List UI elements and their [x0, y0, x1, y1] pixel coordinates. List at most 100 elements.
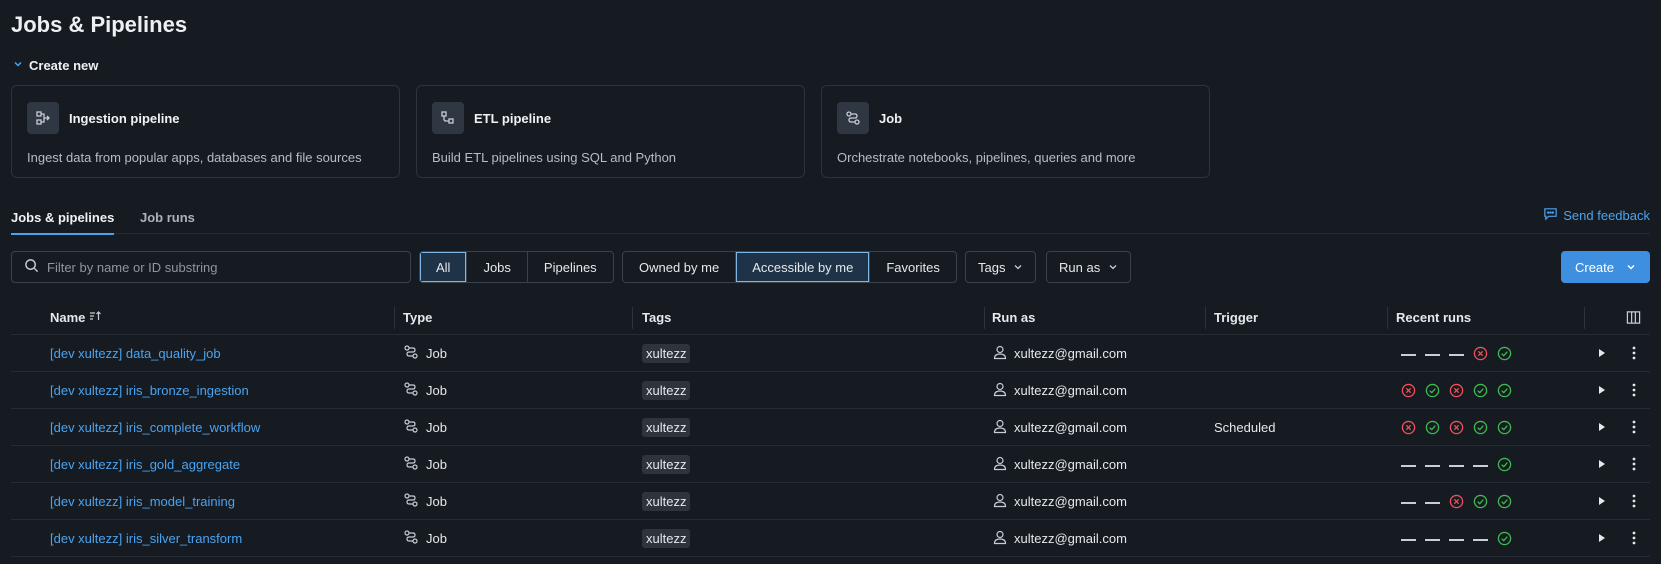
page-title: Jobs & Pipelines	[11, 12, 188, 37]
no-run-dash	[1401, 502, 1416, 504]
more-options-kebab-icon[interactable]	[1631, 493, 1637, 512]
send-feedback-link[interactable]: Send feedback	[1543, 206, 1650, 224]
tab-jobs-pipelines[interactable]: Jobs & pipelines	[11, 210, 115, 235]
table-row[interactable]: [dev xultezz] data_quality_job Job xultezz…	[11, 335, 1650, 372]
table-row[interactable]: [dev xultezz] iris_model_training Job xult…	[11, 483, 1650, 520]
run-failed-icon[interactable]	[1449, 420, 1464, 438]
run-failed-icon[interactable]	[1473, 346, 1488, 364]
table-row[interactable]: [dev xultezz] iris_gold_aggregate Job xult…	[11, 446, 1650, 483]
run-success-icon[interactable]	[1425, 420, 1440, 438]
table-row[interactable]: [dev xultezz] iris_bronze_ingestion Job xu…	[11, 372, 1650, 409]
run-success-icon[interactable]	[1425, 383, 1440, 401]
run-success-icon[interactable]	[1497, 420, 1512, 438]
create-new-toggle[interactable]: Create new	[13, 58, 98, 73]
run-as-cell: xultezz@gmail.com	[992, 381, 1127, 400]
no-run-dash	[1473, 465, 1488, 467]
job-name-link[interactable]: [dev xultezz] data_quality_job	[50, 346, 221, 361]
recent-runs	[1401, 531, 1512, 549]
no-run-dash	[1425, 502, 1440, 504]
create-cards: Ingestion pipeline Ingest data from popu…	[11, 85, 1210, 178]
type-cell: Job	[403, 529, 447, 548]
tab-job-runs[interactable]: Job runs	[140, 210, 195, 233]
no-run-dash	[1425, 539, 1440, 541]
run-now-play-icon[interactable]	[1597, 532, 1607, 547]
table-body: [dev xultezz] data_quality_job Job xultezz…	[11, 335, 1650, 557]
card-etl-pipeline[interactable]: ETL pipeline Build ETL pipelines using S…	[416, 85, 805, 178]
card-job[interactable]: Job Orchestrate notebooks, pipelines, qu…	[821, 85, 1210, 178]
job-name-link[interactable]: [dev xultezz] iris_silver_transform	[50, 531, 242, 546]
type-label: Job	[426, 420, 447, 435]
filter-owned-by-me[interactable]: Owned by me	[623, 252, 737, 282]
job-icon	[403, 492, 419, 511]
run-now-play-icon[interactable]	[1597, 384, 1607, 399]
column-name-header[interactable]: Name	[50, 310, 102, 325]
user-icon	[992, 455, 1008, 474]
column-settings-icon[interactable]	[1626, 310, 1641, 328]
run-success-icon[interactable]	[1497, 457, 1512, 475]
column-type-header[interactable]: Type	[403, 310, 432, 325]
job-name-link[interactable]: [dev xultezz] iris_bronze_ingestion	[50, 383, 249, 398]
search-input[interactable]	[47, 259, 387, 275]
table-row[interactable]: [dev xultezz] iris_silver_transform Job xu…	[11, 520, 1650, 557]
table-row[interactable]: [dev xultezz] iris_complete_workflow Job x…	[11, 409, 1650, 446]
run-success-icon[interactable]	[1497, 346, 1512, 364]
run-success-icon[interactable]	[1473, 494, 1488, 512]
run-as-dropdown[interactable]: Run as	[1046, 251, 1132, 283]
card-title: Ingestion pipeline	[69, 110, 180, 126]
run-failed-icon[interactable]	[1401, 383, 1416, 401]
more-options-kebab-icon[interactable]	[1631, 419, 1637, 438]
no-run-dash	[1425, 354, 1440, 356]
recent-runs	[1401, 494, 1512, 512]
more-options-kebab-icon[interactable]	[1631, 382, 1637, 401]
run-failed-icon[interactable]	[1449, 383, 1464, 401]
run-failed-icon[interactable]	[1449, 494, 1464, 512]
job-icon	[403, 381, 419, 400]
filter-jobs[interactable]: Jobs	[467, 252, 528, 282]
sort-ascending-icon[interactable]	[89, 310, 102, 325]
run-success-icon[interactable]	[1473, 383, 1488, 401]
more-options-kebab-icon[interactable]	[1631, 456, 1637, 475]
run-as-cell: xultezz@gmail.com	[992, 344, 1127, 363]
run-success-icon[interactable]	[1497, 494, 1512, 512]
tag-badge: xultezz	[642, 455, 691, 474]
job-name-link[interactable]: [dev xultezz] iris_complete_workflow	[50, 420, 260, 435]
create-button[interactable]: Create	[1561, 251, 1650, 283]
card-title: ETL pipeline	[474, 110, 552, 126]
run-now-play-icon[interactable]	[1597, 421, 1607, 436]
etl-icon	[432, 102, 464, 134]
type-label: Job	[426, 383, 447, 398]
run-now-play-icon[interactable]	[1597, 347, 1607, 362]
run-now-play-icon[interactable]	[1597, 458, 1607, 473]
filter-all[interactable]: All	[420, 252, 468, 282]
column-run-as-header[interactable]: Run as	[992, 310, 1035, 325]
filter-accessible-by-me[interactable]: Accessible by me	[736, 252, 871, 282]
filter-favorites[interactable]: Favorites	[870, 252, 955, 282]
column-trigger-header[interactable]: Trigger	[1214, 310, 1258, 325]
chevron-down-icon	[13, 59, 23, 72]
run-success-icon[interactable]	[1497, 383, 1512, 401]
card-description: Ingest data from popular apps, databases…	[27, 150, 362, 165]
run-success-icon[interactable]	[1473, 420, 1488, 438]
run-failed-icon[interactable]	[1401, 420, 1416, 438]
more-options-kebab-icon[interactable]	[1631, 345, 1637, 364]
no-run-dash	[1473, 539, 1488, 541]
job-name-link[interactable]: [dev xultezz] iris_model_training	[50, 494, 235, 509]
chevron-down-icon	[1108, 260, 1118, 275]
run-success-icon[interactable]	[1497, 531, 1512, 549]
filter-pipelines[interactable]: Pipelines	[528, 252, 613, 282]
recent-runs	[1401, 346, 1512, 364]
type-cell: Job	[403, 455, 447, 474]
tags-dropdown[interactable]: Tags	[965, 251, 1037, 283]
run-now-play-icon[interactable]	[1597, 495, 1607, 510]
search-box[interactable]	[11, 251, 411, 283]
tag-badge: xultezz	[642, 492, 691, 511]
run-as-cell: xultezz@gmail.com	[992, 418, 1127, 437]
card-ingestion-pipeline[interactable]: Ingestion pipeline Ingest data from popu…	[11, 85, 400, 178]
column-recent-runs-header[interactable]: Recent runs	[1396, 310, 1471, 325]
job-name-link[interactable]: [dev xultezz] iris_gold_aggregate	[50, 457, 240, 472]
tag-badge: xultezz	[642, 381, 691, 400]
column-tags-header[interactable]: Tags	[642, 310, 671, 325]
tag-badge: xultezz	[642, 529, 691, 548]
tags-dropdown-label: Tags	[978, 259, 1006, 275]
more-options-kebab-icon[interactable]	[1631, 530, 1637, 549]
